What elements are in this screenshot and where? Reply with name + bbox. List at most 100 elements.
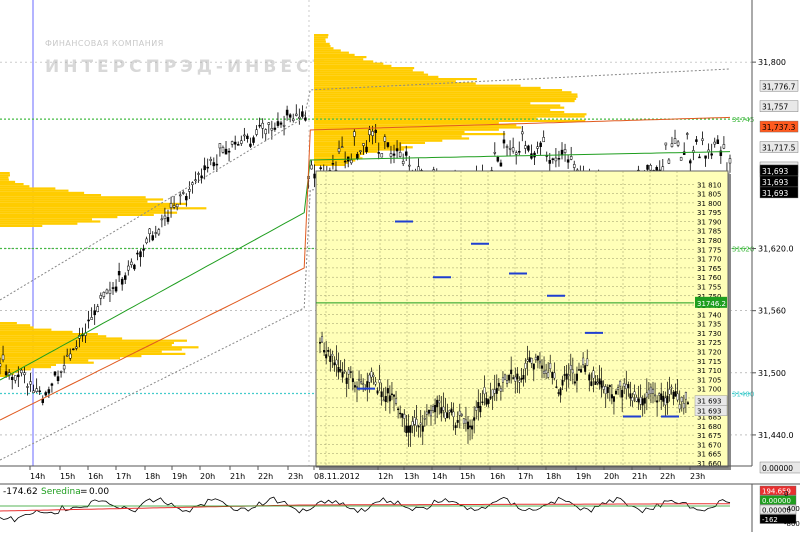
inset-candle-body (627, 384, 630, 389)
candle-body (340, 146, 344, 148)
candle-body (548, 160, 552, 164)
inset-candle-body (658, 393, 661, 396)
inset-candle-body (586, 358, 589, 366)
candle-body (572, 164, 576, 168)
indicator-series-value: 0.00 (89, 487, 109, 497)
volume-profile-bar (0, 174, 10, 177)
candle-body (386, 142, 390, 147)
candle-body (267, 122, 271, 125)
inset-candle-body (512, 377, 515, 379)
indicator-tick: 0 (784, 490, 788, 498)
inset-tag-label: 31 693 (697, 408, 722, 416)
inset-candle-body (497, 382, 500, 387)
volume-profile-bar (314, 102, 531, 105)
price-tag-label: 31,737.3 (762, 123, 796, 132)
inset-candle-body (464, 419, 467, 424)
candle-body (353, 131, 356, 137)
indicator-tag-label: -162 (762, 516, 778, 524)
candle-body (17, 374, 20, 378)
candle-body (255, 129, 258, 135)
candle-body (728, 158, 732, 164)
inset-candle-body (499, 388, 502, 392)
inset-candle-body (674, 391, 677, 397)
inset-candle-body (606, 387, 609, 393)
inset-background (315, 170, 729, 468)
inset-candle-body (625, 384, 628, 390)
watermark-line2: ИНТЕРСПРЭД-ИНВЕСТ (45, 57, 328, 77)
volume-profile-bar (314, 75, 439, 78)
indicator-panel: -174.62 Seredina = 0.00 194.6590.000000.… (0, 483, 800, 532)
candle-body (209, 159, 213, 161)
price-tag-label: 31,776.7 (762, 82, 796, 91)
inset-candle-body (637, 398, 640, 403)
inset-candle-body (425, 411, 428, 415)
price-axis-label: 31,560 (758, 307, 786, 316)
inset-candle-body (559, 388, 562, 396)
candle-body (374, 129, 377, 133)
candle-body (380, 153, 384, 158)
inset-candle-body (508, 374, 511, 381)
time-axis-label: 22h (660, 472, 675, 481)
watermark: ФИНАНСОВАЯ КОМПАНИЯ ИНТЕРСПРЭД-ИНВЕСТ (45, 39, 328, 77)
volume-profile-bar (0, 185, 30, 188)
candle-body (401, 161, 405, 165)
indicator-series-name: Seredina (41, 487, 81, 497)
inset-candle-body (526, 359, 529, 362)
inset-candle-body (547, 372, 550, 378)
volume-profile-bar (314, 135, 462, 138)
inset-y-tick: 31 720 (697, 349, 722, 357)
volume-profile-bar (0, 222, 78, 225)
inset-candle-body (621, 389, 624, 398)
candle-body (243, 134, 246, 137)
time-axis-label: 20h (200, 472, 215, 481)
inset-candle-body (524, 363, 527, 369)
candle-body (38, 390, 41, 393)
volume-profile-bar (0, 189, 69, 192)
candle-body (252, 137, 255, 143)
inset-candle-body (563, 374, 566, 376)
inset-candle-body (520, 377, 523, 380)
inset-candle-body (684, 392, 687, 400)
candle-body (716, 139, 720, 145)
volume-profile-bar (314, 45, 331, 48)
inset-candle-body (446, 412, 449, 419)
inset-candle-body (538, 361, 541, 364)
candle-body (59, 371, 63, 373)
candle-body (404, 151, 408, 156)
candle-body (148, 228, 151, 235)
volume-profile-bar (0, 176, 9, 179)
candle-body (698, 156, 701, 159)
inset-candle-body (419, 422, 422, 425)
inset-candle-body (454, 425, 457, 429)
volume-profile-bar (314, 133, 506, 136)
inset-candle-body (580, 369, 583, 373)
inset-candle-body (487, 399, 490, 404)
inset-candle-body (615, 390, 618, 395)
time-axis-label: 16h (88, 472, 103, 481)
inset-candle-body (360, 381, 363, 384)
inset-candle-body (489, 396, 492, 399)
volume-profile-bar (314, 106, 565, 109)
inset-plot: 31 81031 80531 80031 79531 79031 78531 7… (315, 170, 731, 470)
chart-canvas[interactable]: ФИНАНСОВАЯ КОМПАНИЯ ИНТЕРСПРЭД-ИНВЕСТ 31… (0, 0, 800, 532)
inset-candle-body (682, 402, 685, 409)
candle-body (26, 386, 29, 388)
volume-profile-bar (314, 53, 355, 56)
inset-y-tick: 31 795 (697, 209, 722, 217)
inset-candle-body (403, 414, 406, 419)
inset-candle-body (469, 425, 472, 428)
candle-body (704, 155, 707, 159)
inset-candle-body (323, 350, 326, 353)
inset-candle-body (384, 395, 387, 403)
volume-profile-bar (314, 80, 456, 83)
candle-body (227, 150, 231, 153)
candle-body (505, 146, 509, 148)
volume-profile-bar (0, 178, 9, 181)
inset-y-tick: 31 780 (697, 237, 722, 245)
inset-candle-body (561, 379, 564, 386)
inset-candle-body (407, 425, 410, 433)
inset-candle-body (421, 425, 424, 432)
volume-profile-bar (0, 359, 89, 362)
inset-candle-body (378, 379, 381, 384)
volume-profile-bar (314, 84, 521, 87)
